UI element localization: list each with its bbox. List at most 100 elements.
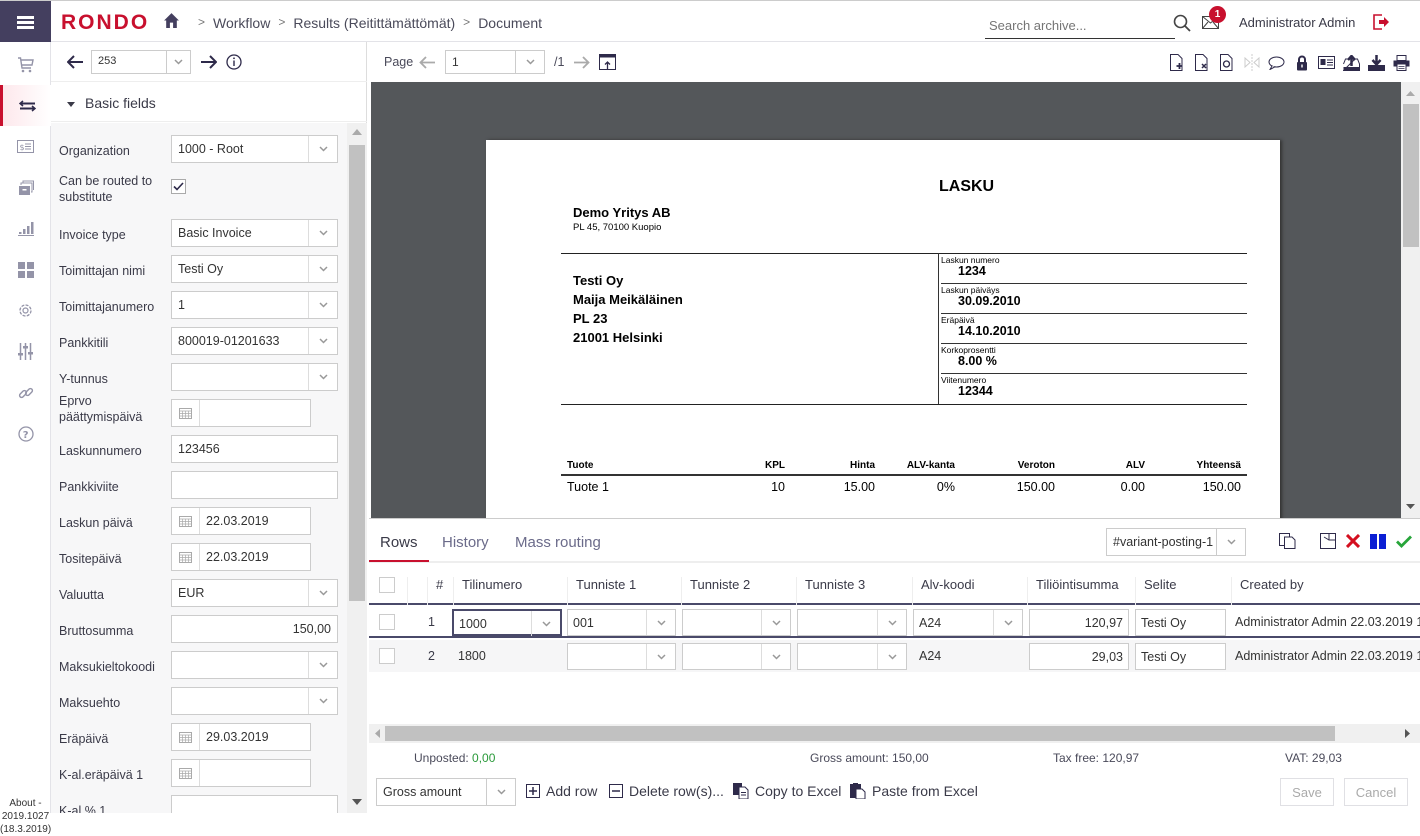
column-header-tunniste1[interactable]: Tunniste 1 xyxy=(567,577,636,605)
scrollbar-thumb[interactable] xyxy=(1403,104,1419,247)
previous-page-icon[interactable] xyxy=(419,56,435,69)
gross-amount-input[interactable]: 150,00 xyxy=(171,615,338,643)
comment-icon[interactable] xyxy=(1268,54,1285,71)
cash-discount-date-input[interactable] xyxy=(171,759,311,787)
business-id-select[interactable] xyxy=(171,363,338,391)
info-icon[interactable] xyxy=(226,54,242,70)
invoice-date-input[interactable]: 22.03.2019 xyxy=(171,507,311,535)
nav-invoice[interactable]: $ xyxy=(0,126,51,167)
tunniste1-select[interactable]: 001 xyxy=(567,609,676,636)
payment-term-select[interactable] xyxy=(171,687,338,715)
id-card-icon[interactable] xyxy=(1318,54,1335,71)
cancel-button[interactable]: Cancel xyxy=(1344,778,1408,806)
tunniste2-select[interactable] xyxy=(682,609,791,636)
cash-discount-percent-input[interactable] xyxy=(171,795,338,813)
delete-icon[interactable] xyxy=(1346,534,1360,548)
amount-input[interactable]: 29,03 xyxy=(1029,643,1129,670)
calendar-icon[interactable] xyxy=(172,760,200,786)
table-row[interactable]: 1 1000 001 A24 120,97 Testi Oy Administr… xyxy=(369,606,1420,638)
nav-links[interactable] xyxy=(0,372,51,413)
download-icon[interactable] xyxy=(1368,54,1385,71)
payment-block-select[interactable] xyxy=(171,651,338,679)
previous-document-icon[interactable] xyxy=(67,55,83,69)
basic-fields-section-toggle[interactable]: Basic fields xyxy=(51,82,367,122)
due-date-input[interactable]: 29.03.2019 xyxy=(171,723,311,751)
nav-help[interactable]: ? xyxy=(0,413,51,454)
account-value[interactable]: 1800 xyxy=(458,649,486,663)
bank-account-select[interactable]: 800019-01201633 xyxy=(171,327,338,355)
scrollbar-thumb[interactable] xyxy=(349,145,365,601)
document-canvas[interactable]: LASKU Demo Yritys AB PL 45, 70100 Kuopio… xyxy=(371,82,1401,518)
nav-archive[interactable] xyxy=(0,167,51,208)
select-all-checkbox[interactable] xyxy=(379,577,395,593)
document-selector[interactable]: 253 xyxy=(91,50,191,74)
calendar-icon[interactable] xyxy=(172,724,200,750)
add-row-button[interactable]: Add row xyxy=(526,783,597,799)
tab-history[interactable]: History xyxy=(442,534,489,551)
logout-icon[interactable] xyxy=(1373,14,1390,30)
about-link[interactable]: About - 2019.1027 (18.3.2019) xyxy=(0,797,51,836)
description-input[interactable]: Testi Oy xyxy=(1135,643,1226,670)
scroll-left-icon[interactable] xyxy=(375,729,380,738)
vat-code-value[interactable]: A24 xyxy=(919,649,941,663)
amount-input[interactable]: 120,97 xyxy=(1029,609,1129,636)
grid-horizontal-scrollbar[interactable] xyxy=(369,724,1420,743)
rotate-document-icon[interactable] xyxy=(1218,54,1235,71)
paste-from-excel-button[interactable]: Paste from Excel xyxy=(850,783,978,799)
invoice-number-input[interactable]: 123456 xyxy=(171,435,338,463)
currency-select[interactable]: EUR xyxy=(171,579,338,607)
nav-settings[interactable] xyxy=(0,290,51,331)
delete-rows-button[interactable]: Delete row(s)... xyxy=(609,783,724,799)
tab-rows[interactable]: Rows xyxy=(380,534,418,551)
open-window-icon[interactable] xyxy=(599,54,616,71)
eprvo-date-input[interactable] xyxy=(171,399,311,427)
supplier-number-select[interactable]: 1 xyxy=(171,291,338,319)
print-icon[interactable] xyxy=(1393,54,1410,71)
amount-mode-select[interactable]: Gross amount xyxy=(376,778,516,806)
column-header-tiliointisumma[interactable]: Tiliöintisumma xyxy=(1027,577,1119,605)
upload-icon[interactable] xyxy=(1343,54,1360,71)
account-select[interactable]: 1000 xyxy=(452,609,562,636)
tab-mass-routing[interactable]: Mass routing xyxy=(515,534,601,551)
variant-select[interactable]: #variant-posting-1 xyxy=(1106,528,1246,556)
columns-icon[interactable] xyxy=(1370,533,1386,549)
calendar-icon[interactable] xyxy=(172,544,200,570)
scrollbar-thumb[interactable] xyxy=(385,726,1335,741)
viewer-scrollbar[interactable] xyxy=(1401,82,1420,518)
next-page-icon[interactable] xyxy=(574,56,590,69)
breadcrumb-results[interactable]: Results (Reitittämättömät) xyxy=(293,15,455,31)
column-header-alv-koodi[interactable]: Alv-koodi xyxy=(912,577,974,605)
search-icon[interactable] xyxy=(1173,14,1191,32)
scroll-up-icon[interactable] xyxy=(352,129,362,135)
description-input[interactable]: Testi Oy xyxy=(1135,609,1226,636)
tunniste3-select[interactable] xyxy=(797,609,907,636)
nav-sliders[interactable] xyxy=(0,331,51,372)
copy-to-excel-button[interactable]: Copy to Excel xyxy=(733,783,841,799)
nav-dashboard[interactable] xyxy=(0,249,51,290)
nav-cart[interactable] xyxy=(0,44,51,85)
voucher-date-input[interactable]: 22.03.2019 xyxy=(171,543,311,571)
page-selector[interactable]: 1 xyxy=(445,50,545,74)
form-scrollbar[interactable] xyxy=(347,123,367,813)
add-document-icon[interactable] xyxy=(1168,54,1185,71)
breadcrumb-workflow[interactable]: Workflow xyxy=(213,15,270,31)
organization-select[interactable]: 1000 - Root xyxy=(171,135,338,163)
scroll-right-icon[interactable] xyxy=(1405,729,1410,738)
invoice-type-select[interactable]: Basic Invoice xyxy=(171,219,338,247)
search-input[interactable] xyxy=(985,13,1175,37)
column-header-created-by[interactable]: Created by xyxy=(1231,577,1304,605)
vat-code-select[interactable]: A24 xyxy=(913,609,1023,636)
menu-button[interactable] xyxy=(0,1,51,43)
expand-icon[interactable] xyxy=(1320,533,1336,549)
row-checkbox[interactable] xyxy=(379,648,395,664)
user-name[interactable]: Administrator Admin xyxy=(1239,15,1355,30)
scroll-down-icon[interactable] xyxy=(352,799,362,805)
nav-reports[interactable] xyxy=(0,208,51,249)
approve-check-icon[interactable] xyxy=(1396,535,1412,548)
scroll-up-icon[interactable] xyxy=(1406,91,1415,96)
save-button[interactable]: Save xyxy=(1280,778,1334,806)
bank-reference-input[interactable] xyxy=(171,471,338,499)
copy-rows-icon[interactable] xyxy=(1279,533,1296,549)
lock-icon[interactable] xyxy=(1293,54,1310,71)
nav-transfer[interactable] xyxy=(0,85,51,126)
